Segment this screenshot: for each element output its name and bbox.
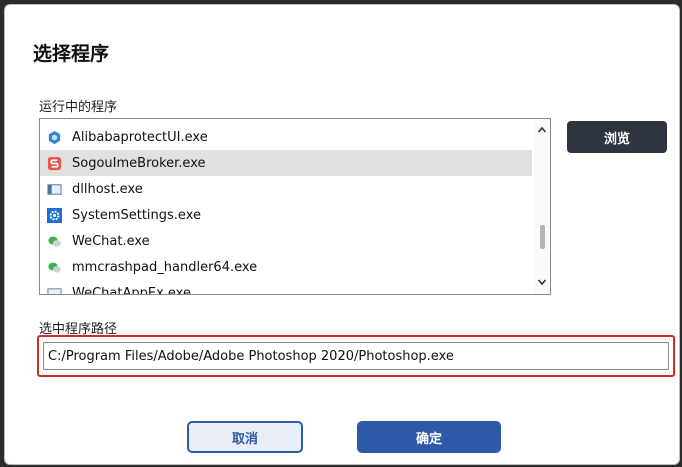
list-item[interactable]: SystemSettings.exe <box>40 202 532 228</box>
list-item[interactable]: SogouImeBroker.exe <box>40 150 532 176</box>
dllhost-window-icon <box>47 183 62 195</box>
list-item[interactable]: mmcrashpad_handler64.exe <box>40 254 532 280</box>
wechat-icon <box>48 236 61 247</box>
list-item[interactable]: WeChatAppEx.exe <box>40 280 532 295</box>
list-item-label: WeChatAppEx.exe <box>72 285 191 295</box>
list-scrollbar[interactable] <box>534 119 550 294</box>
browse-button[interactable]: 浏览 <box>567 121 667 153</box>
list-item-label: mmcrashpad_handler64.exe <box>72 259 258 275</box>
list-item-label: dllhost.exe <box>72 181 143 197</box>
dialog-title: 选择程序 <box>33 43 110 65</box>
list-item[interactable]: dllhost.exe <box>40 176 532 202</box>
window-icon <box>47 287 62 294</box>
sogou-icon <box>47 156 62 170</box>
list-item[interactable]: WeChat.exe <box>40 228 532 254</box>
running-programs-label: 运行中的程序 <box>39 100 118 115</box>
cancel-button[interactable]: 取消 <box>187 421 303 453</box>
process-list[interactable]: AlibabaprotectUI.exe SogouImeBroker.exe … <box>39 118 551 295</box>
select-program-dialog: 选择程序 运行中的程序 AlibabaprotectUI.exe SogouIm… <box>4 4 680 465</box>
scrollbar-thumb[interactable] <box>540 225 545 249</box>
wechat-icon <box>48 262 61 273</box>
list-item-label: WeChat.exe <box>72 233 150 249</box>
chevron-up-icon[interactable] <box>537 125 547 135</box>
alibaba-protect-icon <box>48 130 61 144</box>
settings-gear-icon <box>47 207 62 223</box>
list-item[interactable]: AlibabaprotectUI.exe <box>40 124 532 150</box>
chevron-down-icon[interactable] <box>537 277 547 287</box>
list-item-label: AlibabaprotectUI.exe <box>72 129 208 145</box>
list-item-label: SogouImeBroker.exe <box>72 155 206 171</box>
ok-button[interactable]: 确定 <box>357 421 501 453</box>
program-path-input[interactable]: C:/Program Files/Adobe/Adobe Photoshop 2… <box>43 342 669 370</box>
list-item-label: SystemSettings.exe <box>72 207 201 223</box>
